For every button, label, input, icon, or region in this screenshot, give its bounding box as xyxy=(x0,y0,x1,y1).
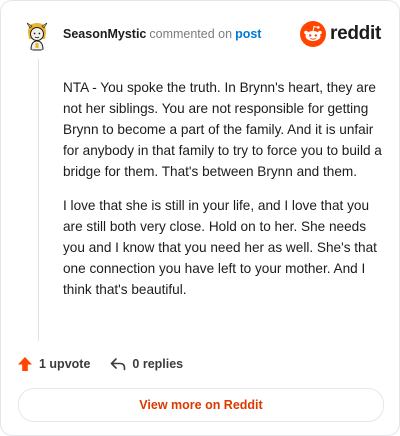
post-link[interactable]: post xyxy=(235,27,261,41)
reddit-snoo-icon xyxy=(300,21,327,47)
comment-body: NTA - You spoke the truth. In Brynn's he… xyxy=(63,77,383,313)
reply-count: 0 replies xyxy=(132,357,184,371)
comment-paragraph: I love that she is still in your life, a… xyxy=(63,198,377,297)
comment-actions: 1 upvote 0 replies xyxy=(17,354,183,374)
comment-header: SeasonMystic commented on post reddit xyxy=(15,15,383,55)
reddit-wordmark: reddit xyxy=(330,23,381,44)
user-avatar[interactable] xyxy=(21,19,53,51)
view-more-button[interactable]: View more on Reddit xyxy=(18,388,384,422)
upvote-button[interactable]: 1 upvote xyxy=(17,356,90,372)
embedded-comment-card: SeasonMystic commented on post reddit NTA … xyxy=(0,0,400,436)
commented-on-text: commented on xyxy=(149,27,233,41)
reply-button[interactable]: 0 replies xyxy=(110,356,183,372)
upvote-count: 1 upvote xyxy=(39,357,91,371)
comment-paragraph: NTA - You spoke the truth. In Brynn's he… xyxy=(63,80,382,179)
reddit-brand-link[interactable]: reddit xyxy=(300,20,381,48)
comment-meta: SeasonMystic commented on post xyxy=(63,26,261,42)
upvote-arrow-icon xyxy=(18,357,32,371)
reply-arrow-icon xyxy=(111,358,126,371)
username-link[interactable]: SeasonMystic xyxy=(63,27,146,41)
avatar-image xyxy=(21,19,53,51)
thread-line xyxy=(38,59,39,341)
